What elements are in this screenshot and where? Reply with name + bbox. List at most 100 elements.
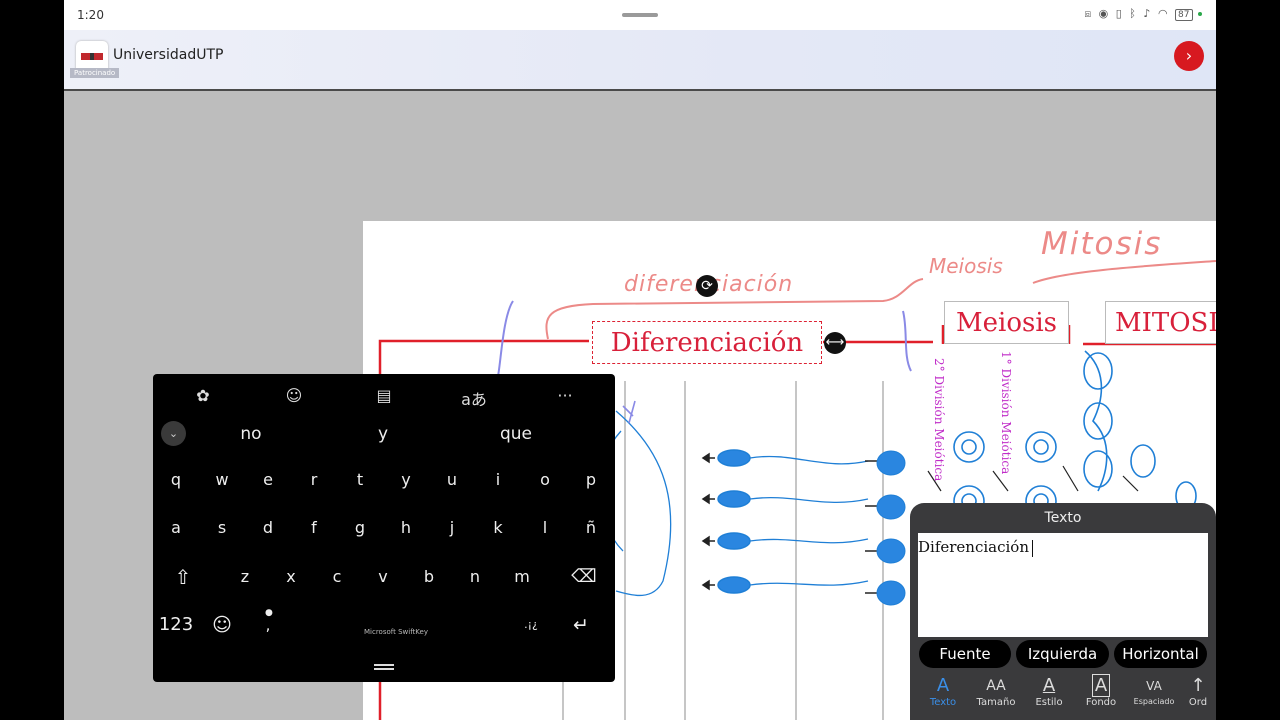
key-j[interactable]: j bbox=[429, 505, 475, 551]
key-u[interactable]: u bbox=[429, 457, 475, 503]
tool-fondo[interactable]: A Fondo bbox=[1077, 674, 1125, 708]
tool-estilo[interactable]: A Estilo bbox=[1025, 675, 1073, 708]
key-g[interactable]: g bbox=[337, 505, 383, 551]
tool-tamano[interactable]: AA Tamaño bbox=[972, 675, 1020, 708]
emoji-key-icon[interactable]: ☺ bbox=[199, 602, 245, 648]
comma-key[interactable]: ● , bbox=[245, 602, 291, 648]
swiftkey-keyboard: ✿ ☺ ▤ aあ ··· ⌄ no y que q w e r t y u i … bbox=[153, 374, 615, 682]
eye-icon: ◉ bbox=[1098, 7, 1111, 20]
text-properties-panel: Texto Diferenciación Fuente Izquierda Ho… bbox=[910, 503, 1216, 720]
chevron-down-icon: ⌄ bbox=[168, 427, 179, 440]
key-x[interactable]: x bbox=[268, 554, 314, 600]
key-h[interactable]: h bbox=[383, 505, 429, 551]
orientation-horizontal-button[interactable]: Horizontal bbox=[1114, 640, 1207, 668]
key-d[interactable]: d bbox=[245, 505, 291, 551]
key-f[interactable]: f bbox=[291, 505, 337, 551]
text-input-field[interactable]: Diferenciación bbox=[918, 533, 1208, 637]
mute-icon: ♪ bbox=[1143, 7, 1153, 20]
vibrate-icon: ▯ bbox=[1115, 7, 1124, 20]
key-l[interactable]: l bbox=[522, 505, 568, 551]
resize-handle-icon[interactable]: ⟷ bbox=[824, 332, 846, 354]
text-input-value: Diferenciación bbox=[918, 538, 1029, 556]
key-a[interactable]: a bbox=[153, 505, 199, 551]
suggestion-que[interactable]: que bbox=[476, 424, 556, 444]
status-bar: 1:20 ⧈ ◉ ▯ ᛒ ♪ ◠ 87 bbox=[64, 0, 1216, 30]
text-box-meiosis[interactable]: Meiosis bbox=[944, 301, 1069, 344]
numbers-key[interactable]: 123 bbox=[153, 602, 199, 648]
more-icon[interactable]: ··· bbox=[550, 386, 580, 408]
nfc-icon: ⧈ bbox=[1084, 7, 1094, 20]
tool-espaciado[interactable]: VA Espaciado bbox=[1130, 675, 1178, 706]
clipboard-icon[interactable]: ▤ bbox=[369, 386, 399, 408]
tool-fondo-label: Fondo bbox=[1085, 697, 1117, 708]
wifi-icon: ◠ bbox=[1157, 7, 1170, 20]
ad-sponsored-tag: Patrocinado bbox=[70, 68, 120, 78]
suggestion-y[interactable]: y bbox=[343, 424, 423, 444]
ad-title: UniversidadUTP bbox=[113, 47, 224, 63]
text-box-mitosis[interactable]: MITOSI bbox=[1105, 301, 1216, 344]
panel-title: Texto bbox=[1044, 510, 1082, 526]
font-button[interactable]: Fuente bbox=[919, 640, 1011, 668]
ad-banner[interactable]: UniversidadUTP Patrocinado › bbox=[64, 30, 1216, 91]
key-e[interactable]: e bbox=[245, 457, 291, 503]
bluetooth-icon: ᛒ bbox=[1129, 7, 1138, 20]
battery-indicator: 87 bbox=[1175, 9, 1193, 21]
rotate-handle-icon[interactable]: ⟳ bbox=[696, 275, 718, 297]
label-first-meiotic-division: 1° División Meiótica bbox=[999, 351, 1013, 475]
tool-espaciado-label: Espaciado bbox=[1133, 697, 1175, 706]
key-p[interactable]: p bbox=[568, 457, 614, 503]
punctuation-key[interactable]: .¡¿ bbox=[508, 602, 554, 648]
key-m[interactable]: m bbox=[499, 554, 545, 600]
tool-orden-label: Ord bbox=[1188, 697, 1208, 708]
style-icon: A bbox=[1042, 675, 1056, 696]
status-icons: ⧈ ◉ ▯ ᛒ ♪ ◠ 87 bbox=[1085, 7, 1202, 21]
align-left-button[interactable]: Izquierda bbox=[1016, 640, 1109, 668]
handwritten-meiosis: Meiosis bbox=[929, 254, 1003, 278]
translate-icon[interactable]: aあ bbox=[459, 386, 489, 409]
key-o[interactable]: o bbox=[522, 457, 568, 503]
handwritten-mitosis: Mitosis bbox=[1041, 226, 1163, 262]
spacing-icon: VA bbox=[1146, 679, 1162, 693]
key-v[interactable]: v bbox=[360, 554, 406, 600]
key-c[interactable]: c bbox=[314, 554, 360, 600]
collapse-suggestions-button[interactable]: ⌄ bbox=[161, 421, 186, 446]
tool-texto[interactable]: A Texto bbox=[919, 675, 967, 708]
key-enye[interactable]: ñ bbox=[568, 505, 614, 551]
shift-key-icon[interactable]: ⇧ bbox=[160, 554, 206, 600]
tablet-screen: 1:20 ⧈ ◉ ▯ ᛒ ♪ ◠ 87 UniversidadUTP Patro… bbox=[64, 0, 1216, 720]
key-q[interactable]: q bbox=[153, 457, 199, 503]
tool-texto-label: Texto bbox=[929, 697, 957, 708]
privacy-dot bbox=[1198, 12, 1202, 16]
order-arrow-icon: ↑ bbox=[1190, 675, 1206, 696]
key-b[interactable]: b bbox=[406, 554, 452, 600]
enter-key-icon[interactable]: ↵ bbox=[558, 602, 604, 648]
key-s[interactable]: s bbox=[199, 505, 245, 551]
backspace-key-icon[interactable]: ⌫ bbox=[561, 554, 607, 600]
key-i[interactable]: i bbox=[475, 457, 521, 503]
selected-text-box-diferenciacion[interactable]: Diferenciación bbox=[592, 321, 822, 364]
key-w[interactable]: w bbox=[199, 457, 245, 503]
keyboard-resize-handle[interactable] bbox=[374, 664, 394, 670]
text-a-icon: A bbox=[936, 675, 950, 696]
space-bar-label[interactable]: Microsoft SwiftKey bbox=[364, 628, 428, 636]
key-y[interactable]: y bbox=[383, 457, 429, 503]
tool-orden[interactable]: ↑ Ord bbox=[1180, 675, 1216, 708]
tool-estilo-label: Estilo bbox=[1035, 697, 1063, 708]
ad-open-button[interactable]: › bbox=[1174, 41, 1204, 71]
label-second-meiotic-division: 2° División Meiótica bbox=[932, 358, 946, 482]
suggestion-no[interactable]: no bbox=[211, 424, 291, 444]
key-z[interactable]: z bbox=[222, 554, 268, 600]
tool-tamano-label: Tamaño bbox=[976, 697, 1016, 708]
key-k[interactable]: k bbox=[475, 505, 521, 551]
background-icon: A bbox=[1077, 674, 1125, 697]
window-drag-handle[interactable] bbox=[622, 13, 658, 17]
font-size-icon: AA bbox=[986, 678, 1006, 694]
status-time: 1:20 bbox=[77, 8, 104, 22]
chevron-right-icon: › bbox=[1185, 46, 1193, 65]
microphone-icon: ● bbox=[265, 608, 273, 618]
key-n[interactable]: n bbox=[452, 554, 498, 600]
sticker-icon[interactable]: ☺ bbox=[279, 386, 309, 408]
key-t[interactable]: t bbox=[337, 457, 383, 503]
copilot-icon[interactable]: ✿ bbox=[188, 386, 218, 408]
key-r[interactable]: r bbox=[291, 457, 337, 503]
